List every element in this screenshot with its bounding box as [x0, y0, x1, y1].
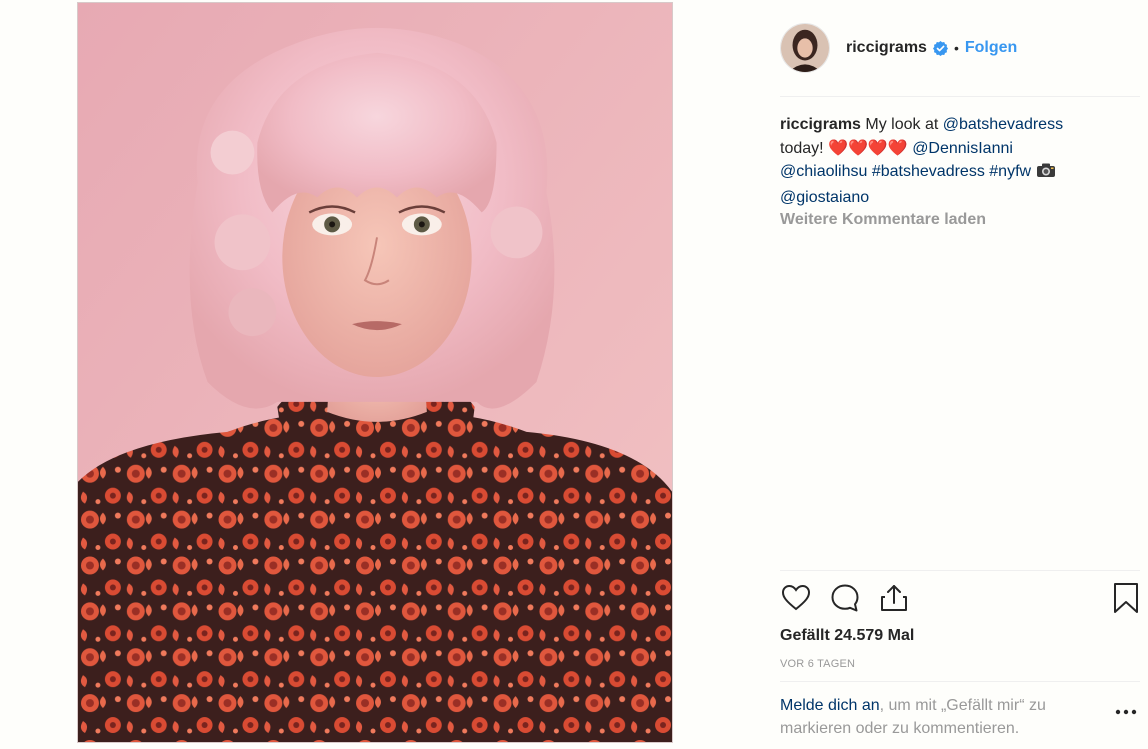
heart-emoji: ❤️	[847, 139, 868, 157]
actions-divider	[780, 570, 1140, 571]
author-username[interactable]: riccigrams	[846, 39, 927, 57]
more-options-icon[interactable]	[1114, 700, 1138, 720]
comment-bubble-icon[interactable]	[829, 582, 861, 614]
mention-link[interactable]: @DennisIanni	[912, 140, 1013, 157]
post-photo[interactable]	[77, 2, 673, 743]
post-timestamp[interactable]: VOR 6 TAGEN	[780, 658, 855, 670]
post-actions-bar	[780, 582, 1140, 616]
mention-link[interactable]: @batshevadress	[943, 116, 1063, 133]
post-header: riccigrams • Folgen	[780, 22, 1140, 74]
mention-link[interactable]: @chiaolihsu	[780, 163, 867, 180]
login-prompt: Melde dich an, um mit „Gefällt mir“ zu m…	[780, 694, 1090, 740]
caption-username[interactable]: riccigrams	[780, 116, 861, 133]
caption-text-1: My look at	[865, 116, 939, 133]
hashtag-link[interactable]: #batshevadress	[872, 163, 985, 180]
heart-outline-icon[interactable]	[780, 582, 812, 614]
heart-emoji: ❤️	[867, 139, 888, 157]
post-details-panel: riccigrams • Folgen riccigrams My look a…	[780, 0, 1140, 749]
header-separator: •	[953, 40, 959, 56]
follow-button[interactable]: Folgen	[965, 39, 1017, 57]
likes-count[interactable]: Gefällt 24.579 Mal	[780, 627, 914, 645]
footer-divider	[780, 681, 1140, 682]
hashtag-link[interactable]: #nyfw	[989, 163, 1031, 180]
load-more-comments-button[interactable]: Weitere Kommentare laden	[780, 211, 986, 229]
share-icon[interactable]	[878, 582, 910, 614]
login-link[interactable]: Melde dich an	[780, 697, 880, 714]
portrait-image	[78, 3, 672, 742]
heart-emoji: ❤️	[828, 139, 848, 157]
verified-badge-icon	[932, 40, 948, 56]
instagram-post-page: riccigrams • Folgen riccigrams My look a…	[0, 0, 1148, 749]
mention-link[interactable]: @giostaiano	[780, 189, 869, 206]
post-caption: riccigrams My look at @batshevadress tod…	[780, 113, 1100, 209]
camera-icon	[1036, 162, 1056, 186]
header-divider	[780, 96, 1140, 97]
bookmark-icon[interactable]	[1110, 582, 1142, 614]
heart-emoji: ❤️	[887, 139, 908, 157]
caption-text-2: today!	[780, 139, 824, 157]
author-avatar[interactable]	[780, 23, 830, 73]
